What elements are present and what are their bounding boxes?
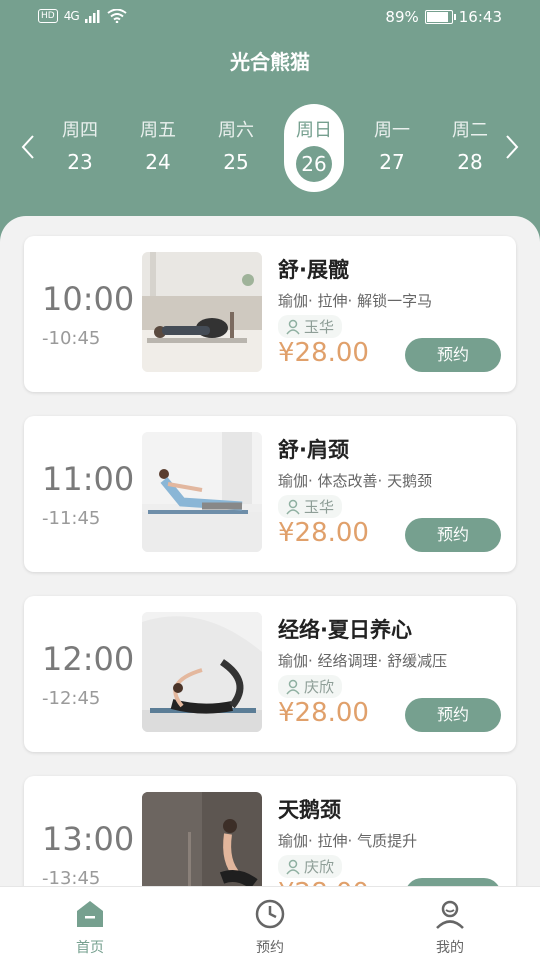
class-end-time: -10:45	[42, 328, 101, 349]
day-number: 25	[223, 150, 249, 174]
class-end-time: -11:45	[42, 508, 101, 529]
battery-percent: 89%	[385, 8, 419, 26]
person-icon	[286, 499, 300, 514]
class-tags: 瑜伽· 经络调理· 舒缓减压	[278, 652, 448, 670]
day-fri[interactable]: 周五 24	[128, 104, 188, 192]
class-name: 舒·肩颈	[278, 438, 349, 462]
class-name: 舒·展髋	[278, 258, 349, 282]
signal-icon	[84, 10, 100, 23]
day-number: 24	[145, 150, 171, 174]
class-name: 经络·夏日养心	[278, 618, 412, 642]
class-image	[142, 792, 262, 886]
class-price: ¥28.00	[278, 698, 369, 728]
class-end-time: -12:45	[42, 688, 101, 709]
tab-label: 我的	[436, 940, 464, 956]
tab-booking[interactable]: 预约	[180, 887, 360, 961]
clock-icon	[255, 899, 285, 929]
day-mon[interactable]: 周一 27	[362, 104, 422, 192]
class-card[interactable]: 11:00 -11:45 舒·肩颈 瑜伽· 体态改善· 天鹅颈 玉华 ¥28.0…	[24, 416, 516, 572]
class-tags: 瑜伽· 体态改善· 天鹅颈	[278, 472, 433, 490]
tab-label: 首页	[76, 940, 104, 956]
clock-time: 16:43	[458, 8, 502, 26]
wifi-icon	[107, 9, 127, 23]
next-week-arrow[interactable]	[504, 134, 520, 165]
class-image	[142, 432, 262, 552]
class-start-time: 10:00	[42, 280, 135, 318]
class-price: ¥28.00	[278, 338, 369, 368]
class-start-time: 13:00	[42, 820, 135, 858]
teacher-badge: 玉华	[278, 495, 343, 518]
day-weekday: 周日	[296, 120, 332, 141]
day-sun-selected[interactable]: 周日 26	[284, 104, 344, 192]
day-number: 23	[67, 150, 93, 174]
day-number: 28	[457, 150, 483, 174]
class-card[interactable]: 13:00 -13:45 天鹅颈 瑜伽· 拉伸· 气质提升 庆欣 ¥28.00 …	[24, 776, 516, 886]
hd-badge: HD	[38, 9, 58, 23]
day-sat[interactable]: 周六 25	[206, 104, 266, 192]
status-bar: HD 4G 89% 16:43	[0, 0, 540, 36]
battery-icon	[424, 10, 456, 24]
day-weekday: 周六	[218, 120, 254, 141]
day-weekday: 周四	[62, 120, 98, 141]
class-price: ¥28.00	[278, 518, 369, 548]
day-thu[interactable]: 周四 23	[50, 104, 110, 192]
person-icon	[286, 859, 300, 874]
book-button[interactable]: 预约	[405, 698, 501, 732]
person-icon	[286, 319, 300, 334]
teacher-name: 玉华	[304, 318, 335, 336]
book-button[interactable]: 预约	[405, 338, 501, 372]
tab-label: 预约	[256, 940, 284, 956]
class-start-time: 11:00	[42, 460, 135, 498]
profile-icon	[436, 900, 464, 929]
class-card[interactable]: 10:00 -10:45 舒·展髋 瑜伽· 拉伸· 解锁一字马 玉华 ¥28.0…	[24, 236, 516, 392]
teacher-name: 庆欣	[304, 678, 335, 696]
day-weekday: 周一	[374, 120, 410, 141]
day-number: 27	[379, 150, 405, 174]
teacher-badge: 玉华	[278, 315, 343, 338]
book-button[interactable]: 预约	[405, 518, 501, 552]
class-price: ¥28.00	[278, 878, 369, 886]
network-label: 4G	[63, 9, 80, 23]
class-card[interactable]: 12:00 -12:45 经络·夏日养心 瑜伽· 经络调理· 舒缓减压 庆欣 ¥…	[24, 596, 516, 752]
class-end-time: -13:45	[42, 868, 101, 886]
bottom-tab-bar: 首页 预约 我的	[0, 886, 540, 961]
class-list: 10:00 -10:45 舒·展髋 瑜伽· 拉伸· 解锁一字马 玉华 ¥28.0…	[0, 216, 540, 886]
class-tags: 瑜伽· 拉伸· 气质提升	[278, 832, 418, 850]
home-icon	[77, 901, 103, 927]
class-image	[142, 252, 262, 372]
week-selector: 周四 23 周五 24 周六 25 周日 26 周一 27 周二 28	[50, 104, 500, 192]
class-tags: 瑜伽· 拉伸· 解锁一字马	[278, 292, 433, 310]
day-tue[interactable]: 周二 28	[440, 104, 500, 192]
class-name: 天鹅颈	[278, 798, 341, 822]
teacher-badge: 庆欣	[278, 675, 343, 698]
teacher-name: 玉华	[304, 498, 335, 516]
day-weekday: 周五	[140, 120, 176, 141]
chevron-left-icon	[21, 135, 34, 159]
day-weekday: 周二	[452, 120, 488, 141]
chevron-right-icon	[506, 135, 519, 159]
day-number: 26	[296, 146, 332, 182]
person-icon	[286, 679, 300, 694]
book-button[interactable]: 预约	[405, 878, 501, 886]
teacher-badge: 庆欣	[278, 855, 343, 878]
teacher-name: 庆欣	[304, 858, 335, 876]
prev-week-arrow[interactable]	[20, 134, 36, 165]
page-title: 光合熊猫	[230, 50, 310, 74]
class-image	[142, 612, 262, 732]
class-start-time: 12:00	[42, 640, 135, 678]
tab-profile[interactable]: 我的	[360, 887, 540, 961]
tab-home[interactable]: 首页	[0, 887, 180, 961]
